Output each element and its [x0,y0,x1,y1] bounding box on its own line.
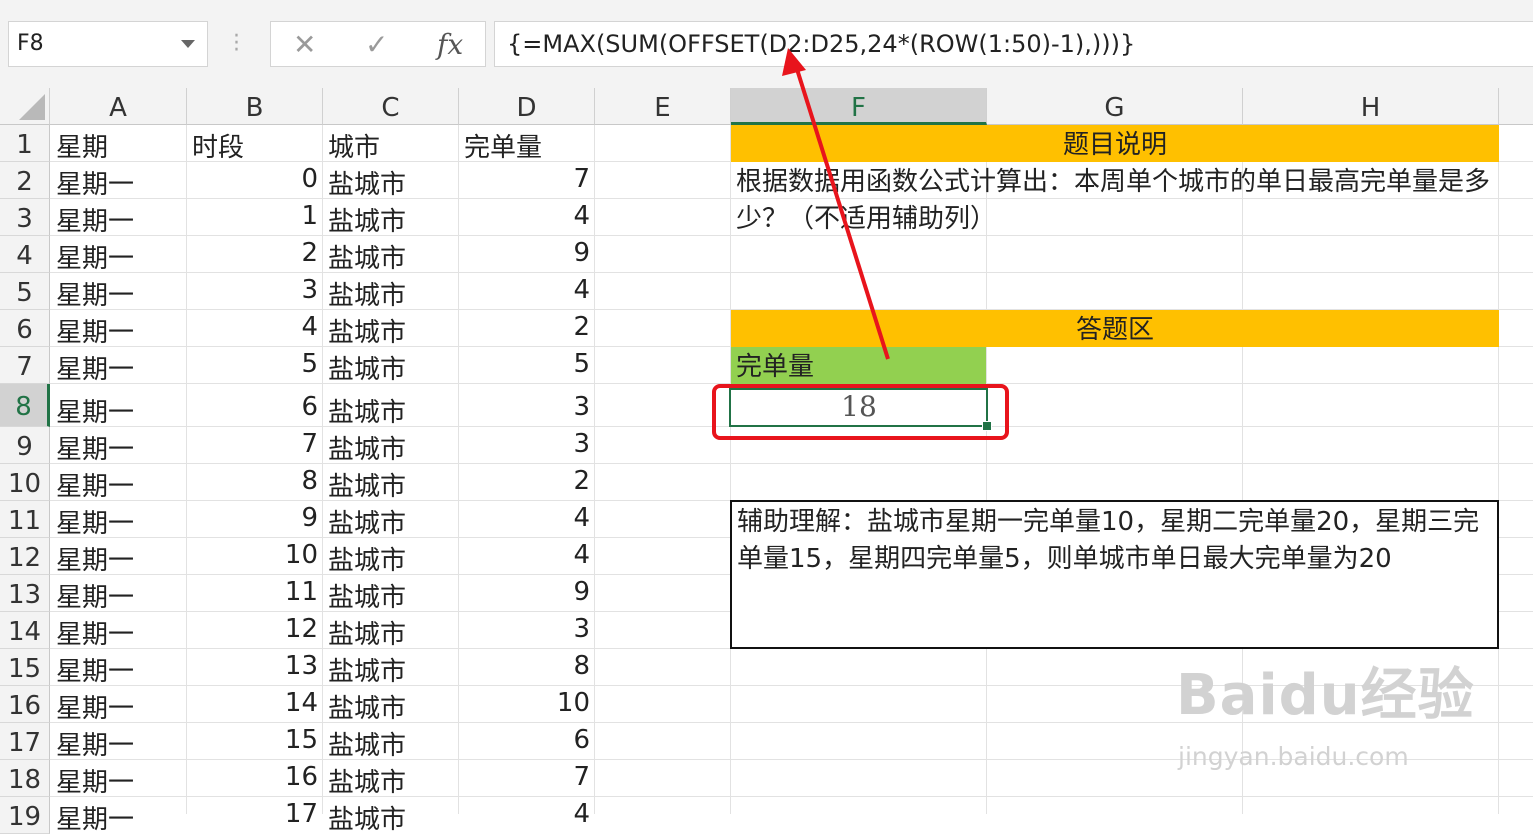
watermark-logo: Baidu经验 [1176,663,1475,728]
baidu-watermark: Baidu经验 jingyan.baidu.com [1176,650,1475,771]
watermark-url: jingyan.baidu.com [1178,742,1409,771]
